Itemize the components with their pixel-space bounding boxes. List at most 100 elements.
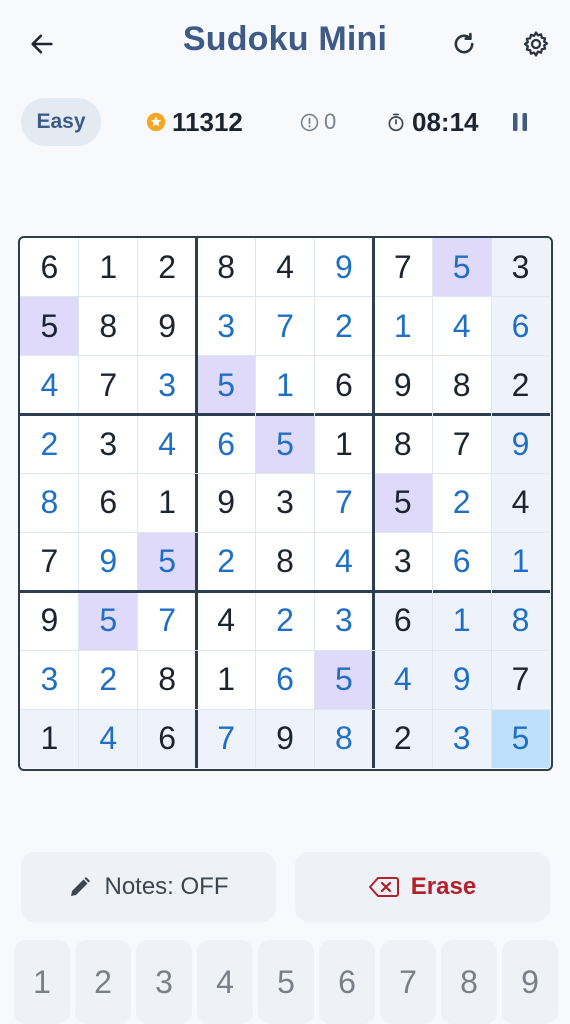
numpad-key-9[interactable]: 9 [502,940,558,1024]
cell-r5c9[interactable]: 4 [491,473,550,533]
cell-r5c5[interactable]: 3 [256,474,315,533]
cell-r8c3[interactable]: 8 [138,650,197,709]
cell-r7c1[interactable]: 9 [20,591,79,650]
erase-button[interactable]: Erase [295,852,550,922]
numpad-key-8[interactable]: 8 [441,940,497,1024]
cell-r8c4[interactable]: 1 [197,650,256,709]
cell-r8c6[interactable]: 5 [314,650,374,710]
cell-r6c6[interactable]: 4 [314,532,373,591]
cell-r2c4[interactable]: 3 [197,297,256,356]
cell-r8c7[interactable]: 4 [373,650,433,710]
cell-r9c4[interactable]: 7 [196,709,256,768]
cell-r6c3[interactable]: 5 [137,532,197,592]
cell-r8c2[interactable]: 2 [79,650,138,709]
restart-button[interactable] [442,22,486,66]
numpad-key-5[interactable]: 5 [258,940,314,1024]
cell-r5c6[interactable]: 7 [314,474,373,533]
grid-line [20,649,550,651]
cell-r9c2[interactable]: 4 [78,709,138,768]
cell-r9c8[interactable]: 3 [432,709,492,768]
cell-r3c2[interactable]: 7 [79,356,138,415]
cell-r7c3[interactable]: 7 [138,591,197,650]
cell-r4c5[interactable]: 5 [255,414,315,474]
cell-r6c8[interactable]: 6 [432,532,491,591]
numpad-key-3[interactable]: 3 [136,940,192,1024]
cell-r2c2[interactable]: 8 [79,297,138,356]
cell-r3c7[interactable]: 9 [373,356,432,415]
cell-r2c6[interactable]: 2 [314,297,373,356]
cell-r9c3[interactable]: 6 [137,709,197,768]
cell-r3c5[interactable]: 1 [256,356,315,415]
cell-r6c2[interactable]: 9 [79,532,138,591]
cell-r4c9[interactable]: 9 [491,414,550,474]
box-divider [20,590,550,593]
numpad-key-2[interactable]: 2 [75,940,131,1024]
cell-r9c1[interactable]: 1 [20,709,79,768]
cell-r5c7[interactable]: 5 [373,473,433,533]
cell-r1c9[interactable]: 3 [491,238,550,297]
numpad-key-7[interactable]: 7 [380,940,436,1024]
mistakes-display: 0 [300,98,336,146]
cell-r1c7[interactable]: 7 [373,238,432,297]
cell-r5c2[interactable]: 6 [79,474,138,533]
settings-button[interactable] [514,22,558,66]
cell-r1c1[interactable]: 6 [20,238,79,297]
stats-bar: Easy 11312 0 08:14 [0,98,570,146]
cell-r9c9[interactable]: 5 [491,709,550,768]
cell-r3c8[interactable]: 8 [432,356,491,415]
cell-r2c8[interactable]: 4 [432,297,491,356]
cell-r8c9[interactable]: 7 [491,650,550,710]
notes-toggle-button[interactable]: Notes: OFF [21,852,276,922]
cell-r2c3[interactable]: 9 [138,297,197,356]
cell-r1c2[interactable]: 1 [79,238,138,297]
cell-r4c8[interactable]: 7 [432,415,491,474]
cell-r1c4[interactable]: 8 [197,238,256,297]
numpad-key-1[interactable]: 1 [14,940,70,1024]
cell-r7c5[interactable]: 2 [256,591,315,650]
cell-r6c1[interactable]: 7 [20,532,79,591]
cell-r1c5[interactable]: 4 [256,238,315,297]
cell-r2c9[interactable]: 6 [491,296,550,356]
difficulty-badge[interactable]: Easy [21,98,101,146]
cell-r7c4[interactable]: 4 [197,591,256,650]
cell-r3c9[interactable]: 2 [491,355,550,415]
cell-r1c3[interactable]: 2 [138,238,197,297]
cell-r3c1[interactable]: 4 [20,356,79,415]
cell-r4c3[interactable]: 4 [138,415,197,474]
cell-r7c8[interactable]: 1 [432,591,492,651]
cell-r5c8[interactable]: 2 [432,474,491,533]
cell-r7c9[interactable]: 8 [491,591,550,651]
cell-r4c1[interactable]: 2 [20,415,79,474]
numpad-key-4[interactable]: 4 [197,940,253,1024]
cell-r1c8[interactable]: 5 [432,238,492,297]
cell-r8c5[interactable]: 6 [256,650,315,709]
numpad-key-6[interactable]: 6 [319,940,375,1024]
cell-r6c7[interactable]: 3 [373,532,432,591]
cell-r5c3[interactable]: 1 [138,474,197,533]
cell-r4c2[interactable]: 3 [79,415,138,474]
cell-r9c6[interactable]: 8 [314,709,374,768]
cell-r6c9[interactable]: 1 [491,532,550,592]
cell-r3c3[interactable]: 3 [138,356,197,415]
cell-r4c7[interactable]: 8 [373,415,432,474]
cell-r5c4[interactable]: 9 [197,474,256,533]
cell-r2c1[interactable]: 5 [20,296,79,356]
cell-r4c6[interactable]: 1 [314,415,373,474]
cell-r5c1[interactable]: 8 [20,474,79,533]
cell-r1c6[interactable]: 9 [314,238,373,297]
cell-r8c8[interactable]: 9 [432,650,492,710]
cell-r9c7[interactable]: 2 [373,709,433,768]
cell-r2c7[interactable]: 1 [373,297,432,356]
cell-r4c4[interactable]: 6 [197,415,256,474]
cell-r6c4[interactable]: 2 [197,532,256,591]
cell-r8c1[interactable]: 3 [20,650,79,709]
cell-r7c6[interactable]: 3 [314,591,373,650]
cell-r7c7[interactable]: 6 [373,591,433,651]
cell-r6c5[interactable]: 8 [256,532,315,591]
cell-r9c5[interactable]: 9 [255,709,315,768]
pause-button[interactable] [506,108,534,136]
cell-r7c2[interactable]: 5 [78,591,138,651]
cell-r3c4[interactable]: 5 [196,355,256,415]
cell-r3c6[interactable]: 6 [314,356,373,415]
cell-r2c5[interactable]: 7 [256,297,315,356]
